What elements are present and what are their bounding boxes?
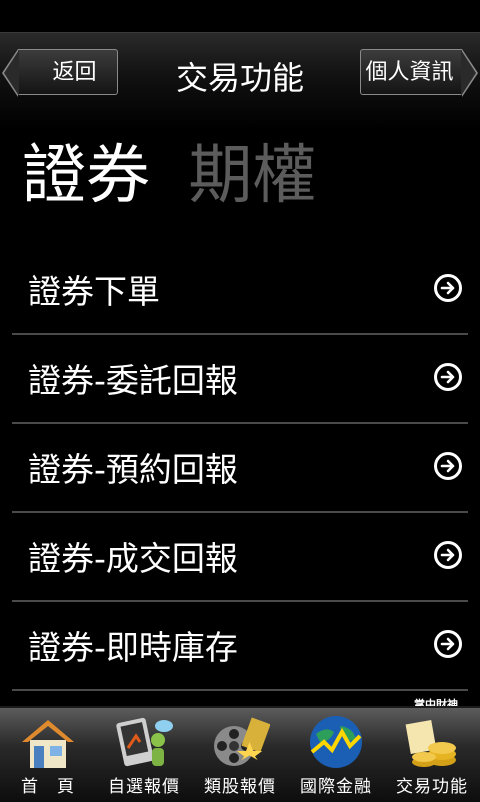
menu-item-label: 證券-委託回報: [28, 361, 238, 400]
arrow-right-circle-icon: [434, 363, 462, 391]
market-tabs: 證券 期權: [22, 136, 334, 216]
personal-info-button[interactable]: 個人資訊: [360, 49, 478, 97]
tab-label: 首 頁: [21, 777, 75, 797]
menu-item-securities-order[interactable]: 證券下單: [12, 246, 468, 335]
menu-item-label: 證券-成交回報: [28, 539, 238, 578]
status-bar: [0, 0, 480, 32]
menu-item-label: 證券-預約回報: [28, 450, 238, 489]
tab-label: 自選報價: [108, 777, 180, 797]
page-title: 交易功能: [175, 59, 304, 97]
tab-label: 交易功能: [396, 777, 468, 797]
menu-item-realtime-inventory[interactable]: 證券-即時庫存: [12, 602, 468, 691]
menu-item-label: 證券下單: [28, 272, 160, 311]
arrow-right-circle-icon: [434, 541, 462, 569]
arrow-right-circle-icon: [434, 274, 462, 302]
tab-sector-quotes[interactable]: 類股報價: [192, 708, 288, 802]
menu-item-reservation-report[interactable]: 證券-預約回報: [12, 424, 468, 513]
arrow-right-circle-icon: [434, 630, 462, 658]
globe-icon: [310, 716, 362, 768]
back-button[interactable]: 返回: [2, 49, 118, 97]
menu-item-label: 證券-即時庫存: [28, 628, 238, 667]
tab-watchlist[interactable]: 自選報價: [96, 708, 192, 802]
tab-futures-options[interactable]: 期權: [188, 136, 316, 216]
tab-label: 國際金融: [300, 777, 372, 797]
menu-item-order-report[interactable]: 證券-委託回報: [12, 335, 468, 424]
arrow-right-circle-icon: [434, 452, 462, 480]
home-icon: [22, 720, 74, 768]
tab-home[interactable]: 首 頁: [0, 708, 96, 802]
menu-item-deal-report[interactable]: 證券-成交回報: [12, 513, 468, 602]
tab-international-finance[interactable]: 國際金融: [288, 708, 384, 802]
watchlist-icon: [116, 717, 173, 767]
trade-menu-list: 證券下單 證券-委託回報 證券-預約回報 證券-成交回報 證券-即時庫存: [12, 246, 468, 691]
film-reel-icon: [214, 717, 270, 766]
header-bar: 返回 交易功能 個人資訊: [0, 32, 480, 129]
bottom-tab-bar: 首 頁 自選報價 類股報價 國際金融 交易功能: [0, 706, 480, 802]
tab-label: 類股報價: [204, 777, 276, 797]
tab-securities[interactable]: 證券: [22, 136, 150, 216]
gold-coins-icon: [405, 719, 456, 767]
tab-trade-functions[interactable]: 交易功能: [384, 708, 480, 802]
